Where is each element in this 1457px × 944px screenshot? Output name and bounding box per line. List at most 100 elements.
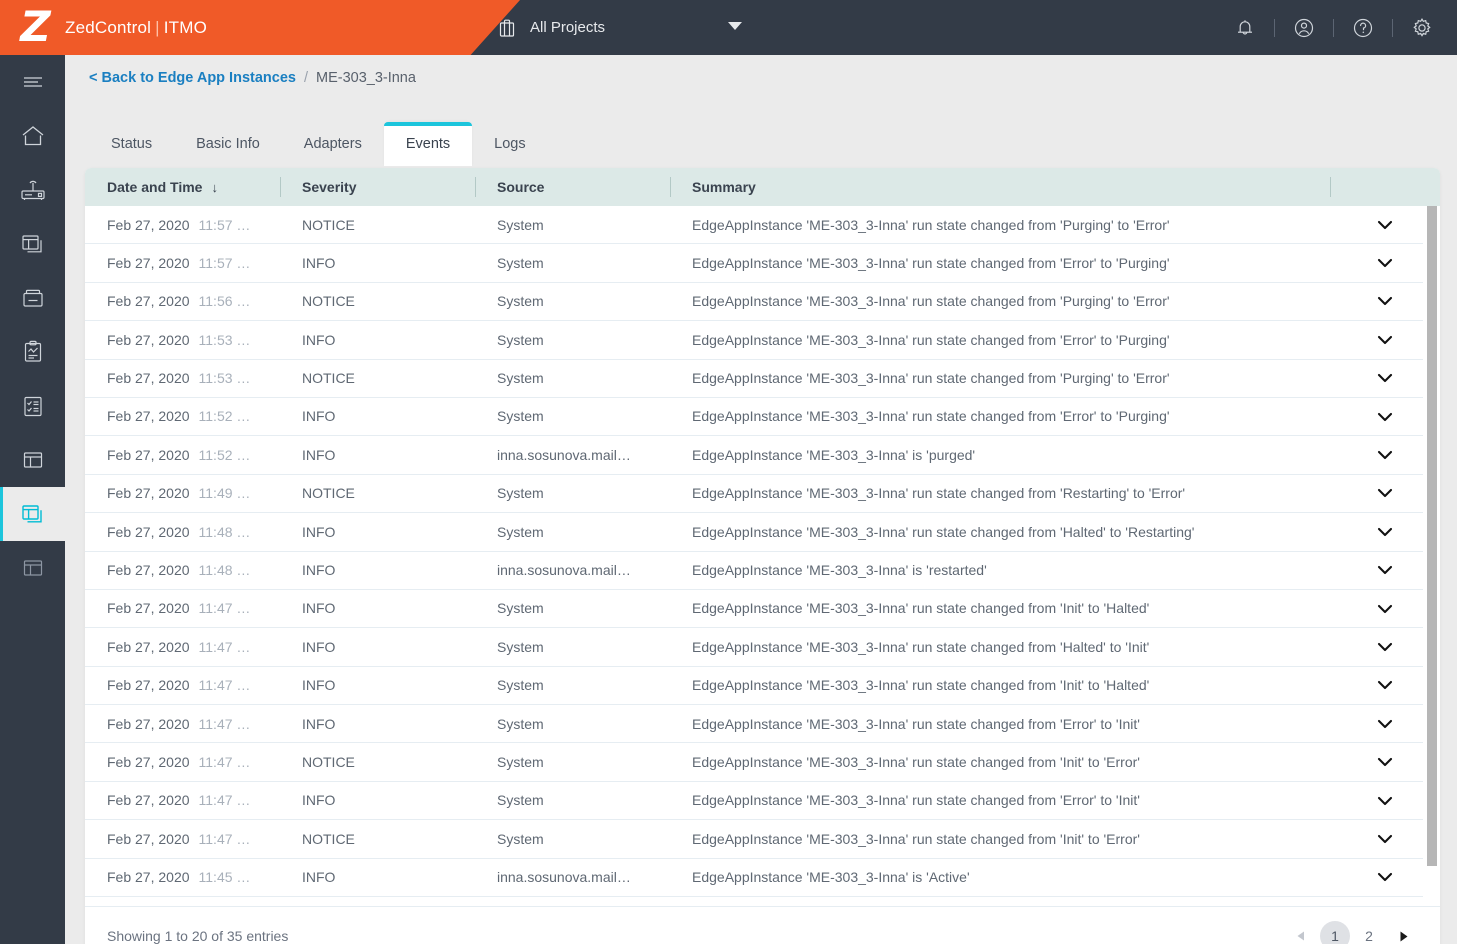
hamburger-menu-icon: [21, 74, 45, 90]
account-icon[interactable]: [1283, 0, 1325, 55]
table-row[interactable]: Feb 27, 2020 11:56 … NOTICE System EdgeAppIn…: [85, 283, 1440, 322]
sidebar-item-tasks[interactable]: [0, 379, 65, 433]
cell-summary: EdgeAppInstance 'ME-303_3-Inna' run stat…: [692, 715, 1140, 732]
table-row[interactable]: Feb 27, 2020 11:45 … INFO inna.sosunova.mai…: [85, 859, 1440, 898]
cell-date: Feb 27, 2020: [107, 446, 190, 463]
tab-logs[interactable]: Logs: [472, 122, 547, 166]
tab-status[interactable]: Status: [89, 122, 174, 166]
sidebar-item-devices[interactable]: [0, 163, 65, 217]
table-row[interactable]: Feb 27, 2020 11:47 … INFO System EdgeAppInst…: [85, 590, 1440, 629]
cell-time: 11:49 …: [198, 485, 251, 502]
cell-date-and-time: Feb 27, 2020 11:48 …: [85, 551, 280, 589]
table-row[interactable]: Feb 27, 2020 11:57 … NOTICE System EdgeAppIn…: [85, 206, 1440, 245]
column-header-severity[interactable]: Severity: [280, 168, 475, 206]
brand-primary: ZedControl: [65, 18, 152, 37]
table-row[interactable]: Feb 27, 2020 11:47 … INFO System EdgeAppInst…: [85, 782, 1440, 821]
cell-source: System: [497, 715, 544, 732]
column-header-source[interactable]: Source: [475, 168, 670, 206]
cell-time: 11:47 …: [198, 830, 251, 847]
cell-summary: EdgeAppInstance 'ME-303_3-Inna' run stat…: [692, 254, 1170, 271]
cell-severity: INFO: [302, 446, 336, 463]
pagination-next-button[interactable]: [1388, 921, 1418, 944]
cell-severity: NOTICE: [302, 753, 355, 770]
back-to-edge-app-instances-link[interactable]: < Back to Edge App Instances: [89, 70, 296, 86]
cell-time: 11:47 …: [198, 600, 251, 617]
tab-adapters[interactable]: Adapters: [282, 122, 384, 166]
table-row[interactable]: Feb 27, 2020 11:53 … INFO System EdgeAppInst…: [85, 321, 1440, 360]
sidebar-item-templates[interactable]: [0, 541, 65, 595]
cell-severity: INFO: [302, 677, 336, 694]
scrollbar-thumb[interactable]: [1427, 206, 1437, 866]
notifications-icon[interactable]: [1224, 0, 1266, 55]
column-header-expand: [1330, 168, 1440, 206]
zedcontrol-logo: Z: [20, 2, 50, 51]
pagination-prev-button[interactable]: [1286, 921, 1316, 944]
sidebar-item-inbox[interactable]: [0, 271, 65, 325]
cell-summary: EdgeAppInstance 'ME-303_3-Inna' run stat…: [692, 408, 1170, 425]
tab-bar: Status Basic Info Adapters Events Logs: [89, 111, 548, 166]
cell-time: 11:53 …: [198, 370, 251, 387]
table-row[interactable]: Feb 27, 2020 11:57 … INFO System EdgeAppInst…: [85, 244, 1440, 283]
table-row[interactable]: Feb 27, 2020 11:52 … INFO System EdgeAppInst…: [85, 398, 1440, 437]
cell-date-and-time: Feb 27, 2020 11:47 …: [85, 666, 280, 704]
project-dropdown-caret[interactable]: [726, 0, 744, 55]
sidebar-item-menu[interactable]: [0, 55, 65, 109]
cell-source: System: [497, 293, 544, 310]
sidebar-item-reports[interactable]: [0, 325, 65, 379]
cell-time: 11:52 …: [198, 446, 251, 463]
cell-summary: EdgeAppInstance 'ME-303_3-Inna' run stat…: [692, 677, 1150, 694]
cell-date-and-time: Feb 27, 2020 11:52 …: [85, 436, 280, 474]
brand-separator: |: [155, 18, 160, 37]
sidebar-item-apps[interactable]: [0, 217, 65, 271]
column-header-summary[interactable]: Summary: [670, 168, 1330, 206]
chevron-down-icon: [726, 19, 744, 37]
cell-severity: INFO: [302, 523, 336, 540]
cell-date: Feb 27, 2020: [107, 408, 190, 425]
column-header-label: Date and Time: [107, 179, 203, 195]
sidebar-item-layout[interactable]: [0, 433, 65, 487]
table-footer: Showing 1 to 20 of 35 entries 1 2: [85, 906, 1440, 944]
briefcase-icon: [498, 18, 516, 38]
tab-basic-info[interactable]: Basic Info: [174, 122, 282, 166]
cell-date-and-time: Feb 27, 2020 11:47 …: [85, 705, 280, 743]
cell-summary: EdgeAppInstance 'ME-303_3-Inna' is 'Acti…: [692, 869, 970, 886]
help-icon[interactable]: [1342, 0, 1384, 55]
table-row[interactable]: Feb 27, 2020 11:47 … INFO System EdgeAppInst…: [85, 628, 1440, 667]
table-row[interactable]: Feb 27, 2020 11:53 … NOTICE System EdgeAppIn…: [85, 360, 1440, 398]
cell-source: inna.sosunova.mail…: [497, 446, 631, 463]
project-selector[interactable]: All Projects: [498, 0, 605, 55]
table-row[interactable]: Feb 27, 2020 11:48 … INFO System EdgeAppInst…: [85, 513, 1440, 552]
cell-time: 11:47 …: [198, 753, 251, 770]
cell-date-and-time: Feb 27, 2020 11:49 …: [85, 474, 280, 512]
table-row[interactable]: Feb 27, 2020 11:48 … INFO inna.sosunova.mai…: [85, 552, 1440, 590]
column-header-date-and-time[interactable]: Date and Time ↓: [85, 168, 280, 206]
cell-severity: INFO: [302, 792, 336, 809]
pagination-page-1[interactable]: 1: [1320, 921, 1350, 944]
table-scrollbar[interactable]: [1423, 206, 1440, 906]
breadcrumb: < Back to Edge App Instances / ME-303_3-In…: [89, 70, 416, 86]
cell-date: Feb 27, 2020: [107, 600, 190, 617]
cell-severity: INFO: [302, 715, 336, 732]
cell-date: Feb 27, 2020: [107, 216, 190, 233]
cell-source: System: [497, 370, 544, 387]
table-row[interactable]: Feb 27, 2020 11:47 … INFO System EdgeAppInst…: [85, 705, 1440, 744]
breadcrumb-separator: /: [303, 70, 308, 86]
table-row[interactable]: Feb 27, 2020 11:47 … NOTICE System EdgeAppIn…: [85, 743, 1440, 782]
cell-date: Feb 27, 2020: [107, 562, 190, 579]
cell-summary: EdgeAppInstance 'ME-303_3-Inna' run stat…: [692, 216, 1170, 233]
chevron-down-icon: [1377, 450, 1393, 460]
table-row[interactable]: Feb 27, 2020 11:52 … INFO inna.sosunova.mai…: [85, 436, 1440, 475]
cell-date-and-time: Feb 27, 2020 11:57 …: [85, 244, 280, 282]
cell-source: System: [497, 677, 544, 694]
cell-source: System: [497, 638, 544, 655]
table-row[interactable]: Feb 27, 2020 11:49 … NOTICE System EdgeAppIn…: [85, 474, 1440, 514]
tab-events[interactable]: Events: [383, 122, 473, 166]
cell-severity: NOTICE: [302, 830, 355, 847]
cell-summary: EdgeAppInstance 'ME-303_3-Inna' run stat…: [692, 830, 1140, 847]
pagination-page-2[interactable]: 2: [1354, 921, 1384, 944]
sidebar-item-edge-app-instances[interactable]: [0, 487, 65, 541]
settings-icon[interactable]: [1401, 0, 1443, 55]
sidebar-item-home[interactable]: [0, 109, 65, 163]
table-row[interactable]: Feb 27, 2020 11:47 … NOTICE System EdgeAppIn…: [85, 820, 1440, 859]
table-row[interactable]: Feb 27, 2020 11:47 … INFO System EdgeAppInst…: [85, 666, 1440, 706]
